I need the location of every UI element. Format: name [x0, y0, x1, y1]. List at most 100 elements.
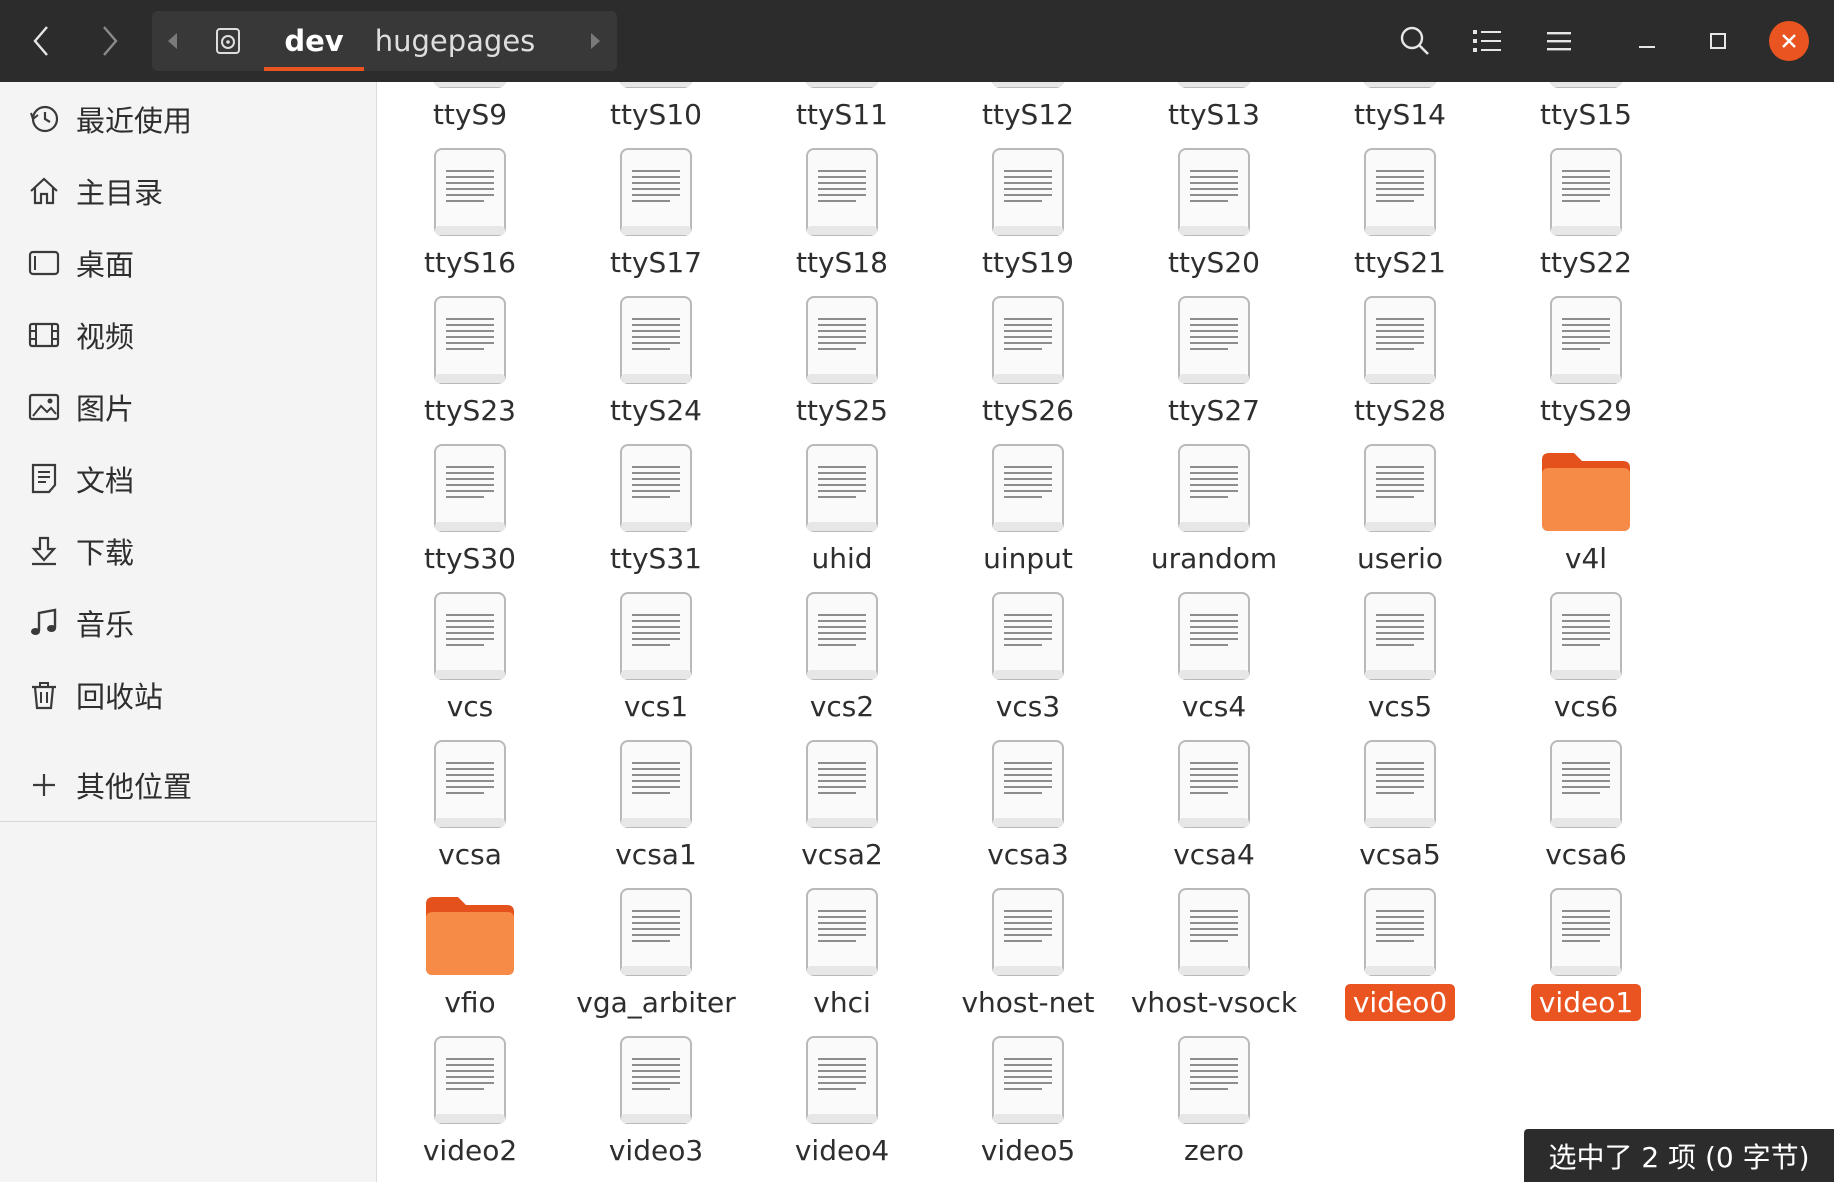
- menu-button[interactable]: [1534, 18, 1584, 64]
- file-item[interactable]: vcs: [377, 582, 563, 732]
- file-item[interactable]: ttyS21: [1307, 138, 1493, 288]
- file-icon: [935, 138, 1121, 238]
- active-path-indicator: [264, 67, 364, 71]
- file-item[interactable]: vcsa: [377, 730, 563, 880]
- file-item[interactable]: ttyS9: [377, 82, 563, 140]
- file-item[interactable]: vcs6: [1493, 582, 1679, 732]
- file-item[interactable]: urandom: [1121, 434, 1307, 584]
- file-item[interactable]: zero: [1121, 1026, 1307, 1176]
- file-icon: [563, 878, 749, 978]
- file-icon: [1307, 730, 1493, 830]
- file-item[interactable]: ttyS28: [1307, 286, 1493, 436]
- file-name-label: ttyS24: [563, 394, 749, 427]
- file-item[interactable]: vcs1: [563, 582, 749, 732]
- triangle-left-icon: [168, 33, 177, 49]
- file-item[interactable]: ttyS29: [1493, 286, 1679, 436]
- file-item[interactable]: ttyS15: [1493, 82, 1679, 140]
- file-item[interactable]: ttyS12: [935, 82, 1121, 140]
- file-item[interactable]: ttyS18: [749, 138, 935, 288]
- download-icon: [27, 534, 61, 568]
- file-name-text: uinput: [983, 542, 1073, 575]
- file-item[interactable]: ttyS17: [563, 138, 749, 288]
- file-item[interactable]: vcs3: [935, 582, 1121, 732]
- file-item[interactable]: vcsa2: [749, 730, 935, 880]
- file-item[interactable]: vcsa5: [1307, 730, 1493, 880]
- music-icon: [27, 606, 61, 640]
- file-item[interactable]: video1: [1493, 878, 1679, 1028]
- file-name-text: vcsa3: [987, 838, 1069, 871]
- file-item[interactable]: video2: [377, 1026, 563, 1176]
- file-item[interactable]: ttyS13: [1121, 82, 1307, 140]
- file-item[interactable]: vcs4: [1121, 582, 1307, 732]
- path-segment-dev[interactable]: dev: [264, 11, 364, 71]
- folder-item[interactable]: v4l: [1493, 434, 1679, 584]
- file-item[interactable]: ttyS27: [1121, 286, 1307, 436]
- file-item[interactable]: ttyS26: [935, 286, 1121, 436]
- file-item[interactable]: ttyS23: [377, 286, 563, 436]
- file-item[interactable]: video5: [935, 1026, 1121, 1176]
- file-item[interactable]: ttyS11: [749, 82, 935, 140]
- path-scroll-right-button[interactable]: [576, 11, 616, 71]
- sidebar-item-pictures[interactable]: 图片: [0, 377, 376, 437]
- file-item[interactable]: vcs5: [1307, 582, 1493, 732]
- file-grid: ttyS9 ttyS10 ttyS11 ttyS12 ttyS13 ttyS14 ttyS1…: [377, 82, 1834, 1182]
- picture-icon: [27, 390, 61, 424]
- file-item[interactable]: ttyS31: [563, 434, 749, 584]
- sidebar: 最近使用 主目录 桌面 视频 图片 文档 下载 音乐 回收站 其他位置: [0, 82, 377, 1182]
- file-icon: [1307, 286, 1493, 386]
- sidebar-item-recent[interactable]: 最近使用: [0, 89, 376, 149]
- file-icon: [749, 878, 935, 978]
- file-item[interactable]: uinput: [935, 434, 1121, 584]
- file-item[interactable]: ttyS16: [377, 138, 563, 288]
- file-item[interactable]: ttyS19: [935, 138, 1121, 288]
- file-item[interactable]: vcsa3: [935, 730, 1121, 880]
- file-item[interactable]: vhci: [749, 878, 935, 1028]
- drive-root-button[interactable]: [208, 11, 248, 71]
- file-item[interactable]: userio: [1307, 434, 1493, 584]
- folder-item[interactable]: vfio: [377, 878, 563, 1028]
- file-item[interactable]: vcsa6: [1493, 730, 1679, 880]
- minimize-button[interactable]: [1622, 18, 1672, 64]
- sidebar-item-music[interactable]: 音乐: [0, 593, 376, 653]
- sidebar-item-downloads[interactable]: 下载: [0, 521, 376, 581]
- sidebar-item-videos[interactable]: 视频: [0, 305, 376, 365]
- file-item[interactable]: vhost-vsock: [1121, 878, 1307, 1028]
- file-item[interactable]: ttyS20: [1121, 138, 1307, 288]
- path-scroll-left-button[interactable]: [152, 11, 192, 71]
- file-icon: [935, 582, 1121, 682]
- file-item[interactable]: video3: [563, 1026, 749, 1176]
- file-name-label: ttyS28: [1307, 394, 1493, 427]
- file-item[interactable]: ttyS24: [563, 286, 749, 436]
- file-item[interactable]: vhost-net: [935, 878, 1121, 1028]
- file-item[interactable]: uhid: [749, 434, 935, 584]
- sidebar-item-other-locations[interactable]: 其他位置: [0, 755, 376, 815]
- path-segment-hugepages[interactable]: hugepages: [375, 11, 536, 71]
- file-item[interactable]: ttyS10: [563, 82, 749, 140]
- file-item[interactable]: ttyS22: [1493, 138, 1679, 288]
- file-icon: [1307, 138, 1493, 238]
- file-item[interactable]: ttyS14: [1307, 82, 1493, 140]
- file-item[interactable]: vcs2: [749, 582, 935, 732]
- file-name-text: urandom: [1150, 542, 1278, 575]
- file-item[interactable]: video0: [1307, 878, 1493, 1028]
- file-icon: [1121, 582, 1307, 682]
- file-item[interactable]: ttyS25: [749, 286, 935, 436]
- close-button[interactable]: [1769, 21, 1809, 61]
- search-button[interactable]: [1390, 18, 1440, 64]
- sidebar-item-documents[interactable]: 文档: [0, 449, 376, 509]
- sidebar-item-desktop[interactable]: 桌面: [0, 233, 376, 293]
- file-item[interactable]: vcsa4: [1121, 730, 1307, 880]
- view-toggle-button[interactable]: [1462, 18, 1512, 64]
- file-icon: [935, 286, 1121, 386]
- file-name-label: urandom: [1121, 542, 1307, 575]
- file-icon: [749, 138, 935, 238]
- maximize-button[interactable]: [1693, 18, 1743, 64]
- sidebar-item-home[interactable]: 主目录: [0, 161, 376, 221]
- forward-button[interactable]: [86, 18, 134, 64]
- file-item[interactable]: vcsa1: [563, 730, 749, 880]
- file-item[interactable]: video4: [749, 1026, 935, 1176]
- file-item[interactable]: vga_arbiter: [563, 878, 749, 1028]
- back-button[interactable]: [17, 18, 65, 64]
- file-item[interactable]: ttyS30: [377, 434, 563, 584]
- sidebar-item-trash[interactable]: 回收站: [0, 665, 376, 725]
